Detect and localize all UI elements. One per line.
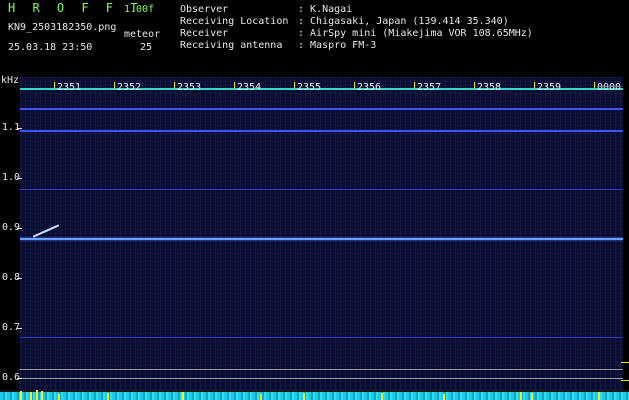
meteor-spike	[443, 394, 445, 400]
y-tick	[17, 278, 22, 279]
meteor-spike	[531, 393, 533, 400]
x-tick	[294, 82, 295, 88]
app-version: 1.00f	[124, 4, 155, 15]
meteor-label: meteor	[124, 29, 161, 40]
x-tick	[114, 82, 115, 88]
antenna-label: Receiving antenna	[180, 40, 283, 51]
signal-line	[20, 337, 623, 338]
noise-level-strip	[0, 390, 629, 400]
antenna-value: : Maspro FM-3	[298, 40, 377, 51]
right-marker	[621, 380, 629, 381]
observer-value: : K.Nagai	[298, 4, 353, 15]
reference-line	[20, 378, 623, 379]
x-tick-label: 2351	[57, 82, 82, 93]
noise-level-bar	[0, 392, 629, 400]
y-tick	[17, 128, 22, 129]
meteor-spike	[303, 393, 305, 400]
x-tick-label: 2355	[297, 82, 322, 93]
receiver-label: Receiver	[180, 28, 229, 39]
y-tick	[17, 178, 22, 179]
meteor-spike	[107, 393, 109, 400]
receiver-value: : AirSpy mini (Miakejima VOR 108.65MHz)	[298, 28, 533, 39]
header-panel: H R O F F T 1.00f KN9_2503182350.png met…	[0, 0, 629, 75]
image-filename: KN9_2503182350.png	[8, 22, 117, 33]
meteor-count: 25	[140, 42, 153, 53]
signal-line	[20, 108, 623, 110]
meteor-spike	[41, 391, 43, 400]
x-tick-label: 2356	[357, 82, 382, 93]
x-tick	[414, 82, 415, 88]
x-tick-label: 2352	[117, 82, 142, 93]
y-axis-unit: kHz	[1, 75, 20, 86]
x-tick	[594, 82, 595, 88]
right-marker	[621, 362, 629, 363]
x-tick-label: 2357	[417, 82, 442, 93]
meteor-spike	[260, 394, 262, 400]
x-tick	[474, 82, 475, 88]
x-tick	[354, 82, 355, 88]
capture-datetime: 25.03.18 23:50	[8, 42, 93, 53]
location-value: : Chigasaki, Japan (139.414 35.340)	[298, 16, 509, 27]
reference-line	[20, 369, 623, 370]
meteor-spike	[520, 392, 522, 400]
meteor-spike	[36, 390, 38, 400]
x-tick-label: 2354	[237, 82, 262, 93]
x-tick	[54, 82, 55, 88]
carrier-line	[20, 238, 623, 240]
location-label: Receiving Location	[180, 16, 289, 27]
y-tick	[17, 378, 22, 379]
x-tick-label: 2359	[537, 82, 562, 93]
meteor-spike	[598, 392, 600, 400]
noise-background	[20, 77, 623, 390]
y-tick	[17, 228, 22, 229]
x-tick-label: 2353	[177, 82, 202, 93]
x-tick	[234, 82, 235, 88]
x-tick-label: 2358	[477, 82, 502, 93]
spectrogram-plot	[20, 77, 623, 390]
x-tick	[174, 82, 175, 88]
x-tick	[534, 82, 535, 88]
y-tick	[17, 328, 22, 329]
meteor-spike	[30, 392, 32, 400]
x-tick-label: 0000	[597, 82, 622, 93]
observer-label: Observer	[180, 4, 229, 15]
signal-line	[20, 88, 623, 90]
meteor-spike	[182, 392, 184, 400]
meteor-spike	[20, 391, 22, 400]
app-logo: H R O F F T	[8, 1, 143, 15]
signal-line	[20, 189, 623, 190]
meteor-spike	[58, 394, 60, 400]
meteor-spike	[381, 393, 383, 400]
signal-line	[20, 130, 623, 132]
